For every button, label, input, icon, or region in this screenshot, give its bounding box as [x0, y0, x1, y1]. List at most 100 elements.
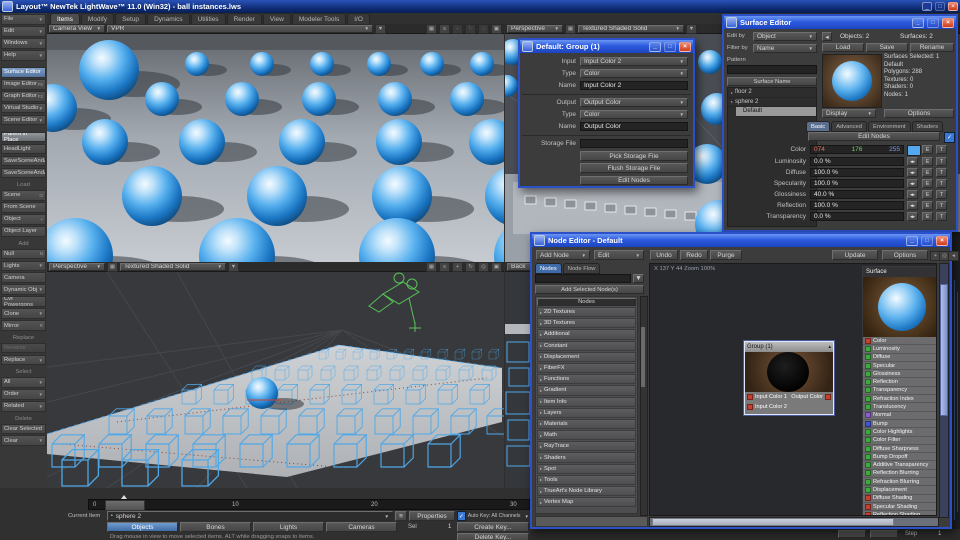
param-envelope-button[interactable]: E: [922, 212, 933, 221]
create-key-button[interactable]: Create Key...: [457, 522, 529, 532]
toolbar-button[interactable]: Edit▼: [1, 26, 46, 37]
toolbar-button[interactable]: Replace: [1, 334, 46, 341]
storage-file-field[interactable]: [580, 139, 688, 148]
item-type-button[interactable]: Cameras: [326, 522, 397, 532]
surface-channel[interactable]: Specular Shading: [863, 503, 937, 511]
item-type-button[interactable]: Bones: [180, 522, 251, 532]
input-dropdown[interactable]: Input Color 2▼: [580, 57, 688, 66]
camera-view-render[interactable]: [47, 34, 504, 262]
toolbar-button[interactable]: Order▼: [1, 389, 46, 400]
close-button[interactable]: ×: [948, 2, 958, 11]
auto-key-checkbox[interactable]: ✓: [457, 511, 466, 521]
surface-channel[interactable]: Displacement: [863, 486, 937, 494]
surface-channel[interactable]: Color Highlights: [863, 428, 937, 436]
menu-icon[interactable]: ≡: [439, 24, 450, 34]
toolbar-button[interactable]: Clear Selected: [1, 424, 46, 435]
back-viewport-render[interactable]: [505, 272, 530, 488]
toolbar-button[interactable]: Related▼: [1, 401, 46, 412]
menu-tab[interactable]: Render: [227, 13, 262, 24]
toolbar-button[interactable]: HeadLight: [1, 144, 46, 155]
channel-port-icon[interactable]: [865, 404, 871, 410]
maximize-button[interactable]: □: [664, 42, 676, 52]
toolbar-button[interactable]: Parent in Place: [1, 132, 46, 143]
delete-key-button[interactable]: Delete Key...: [457, 533, 529, 540]
shading-icon[interactable]: ▦: [107, 262, 118, 272]
node-category[interactable]: ▸FiberFX: [537, 363, 636, 373]
node-category[interactable]: ▸Vertex Map: [537, 497, 636, 507]
group-dialog-titlebar[interactable]: Default: Group (1) _ □ ×: [520, 40, 693, 53]
zoom-icon[interactable]: ◎: [478, 262, 489, 272]
channel-port-icon[interactable]: [865, 504, 871, 510]
node-search-field[interactable]: [535, 274, 631, 283]
rename-button[interactable]: Rename: [910, 43, 954, 52]
surface-list-item[interactable]: ▸Default: [736, 107, 816, 117]
surface-channel[interactable]: Transparency: [863, 387, 937, 395]
minimize-button[interactable]: _: [906, 236, 918, 246]
vpr-options-icon[interactable]: ▼: [375, 24, 386, 34]
channel-port-icon[interactable]: [865, 446, 871, 452]
toolbar-button[interactable]: SceneO: [1, 190, 46, 201]
surface-list-item[interactable]: ▸floor 2: [728, 88, 816, 98]
edit-nodes-checkbox[interactable]: ✓: [944, 132, 955, 143]
add-selected-nodes-button[interactable]: Add Selected Node(s): [535, 285, 644, 294]
pan-icon[interactable]: +: [452, 24, 463, 34]
menu-tab[interactable]: I/O: [347, 13, 370, 24]
param-value-field[interactable]: 100.0 %: [810, 179, 904, 188]
toolbar-button[interactable]: File▼: [1, 14, 46, 25]
maximize-viewport-icon[interactable]: ▣: [491, 24, 502, 34]
toolbar-button[interactable]: Select: [1, 369, 46, 376]
shading-icon[interactable]: ▦: [565, 24, 576, 34]
edit-by-dropdown[interactable]: Object▼: [753, 32, 817, 41]
canvas-vscrollbar[interactable]: [939, 263, 949, 518]
close-button[interactable]: ×: [936, 236, 948, 246]
collapse-panel-icon[interactable]: ◂: [948, 251, 959, 261]
pattern-field[interactable]: [727, 65, 817, 74]
surface-channel[interactable]: Diffuse Sharpness: [863, 445, 937, 453]
param-spinner[interactable]: ◂▸: [907, 168, 918, 177]
toolbar-button[interactable]: Dynamic Obj▼: [1, 284, 46, 295]
menu-tab[interactable]: Modeler Tools: [292, 13, 346, 24]
channel-port-icon[interactable]: [865, 454, 871, 460]
node-editor-titlebar[interactable]: Node Editor - Default _ □ ×: [532, 234, 950, 247]
close-button[interactable]: ×: [679, 42, 691, 52]
menu-tab[interactable]: Utilities: [191, 13, 226, 24]
canvas-hscrollbar[interactable]: [649, 517, 939, 527]
surface-channel[interactable]: Bump Dropoff: [863, 453, 937, 461]
undo-button[interactable]: Undo: [650, 250, 678, 260]
redo-button[interactable]: Redo: [680, 250, 708, 260]
channel-port-icon[interactable]: [865, 421, 871, 427]
toolbar-button[interactable]: Windows▼: [1, 38, 46, 49]
options-button[interactable]: Options: [884, 109, 954, 118]
redo-button-dim[interactable]: [870, 530, 898, 538]
toolbar-button[interactable]: All▼: [1, 377, 46, 388]
render-mode-dropdown[interactable]: Textured Shaded Solid▼: [578, 25, 684, 33]
node-category[interactable]: ▸TrueArt's Node Library: [537, 486, 636, 496]
save-button[interactable]: Save: [866, 43, 908, 52]
item-type-button[interactable]: Objects: [107, 522, 178, 532]
param-texture-button[interactable]: T: [936, 157, 947, 166]
wireframe-viewport-render[interactable]: [47, 272, 504, 488]
param-spinner[interactable]: ◂▸: [907, 190, 918, 199]
mode-options-icon[interactable]: ▼: [228, 262, 239, 272]
param-spinner[interactable]: ◂▸: [907, 157, 918, 166]
surface-channel[interactable]: Translucency: [863, 403, 937, 411]
surface-channel[interactable]: Color Filter: [863, 437, 937, 445]
channel-port-icon[interactable]: [865, 387, 871, 393]
channel-port-icon[interactable]: [865, 412, 871, 418]
minimize-button[interactable]: _: [922, 2, 932, 11]
surface-channel[interactable]: Normal: [863, 412, 937, 420]
node-category[interactable]: ▸Spot: [537, 464, 636, 474]
channel-port-icon[interactable]: [865, 512, 871, 516]
undo-button-dim[interactable]: [838, 530, 866, 538]
category-scrollbar[interactable]: [640, 296, 648, 516]
maximize-viewport-icon[interactable]: ▣: [491, 262, 502, 272]
node-category[interactable]: ▸Math: [537, 430, 636, 440]
update-button[interactable]: Update: [832, 250, 878, 260]
view-type-dropdown[interactable]: Perspective▼: [507, 25, 563, 33]
purge-button[interactable]: Purge: [710, 250, 742, 260]
channel-port-icon[interactable]: [865, 437, 871, 443]
view-type-dropdown[interactable]: Perspective▼: [49, 263, 105, 271]
param-envelope-button[interactable]: E: [922, 190, 933, 199]
display-dropdown[interactable]: Display▼: [822, 109, 876, 118]
menu-tab[interactable]: Dynamics: [147, 13, 190, 24]
